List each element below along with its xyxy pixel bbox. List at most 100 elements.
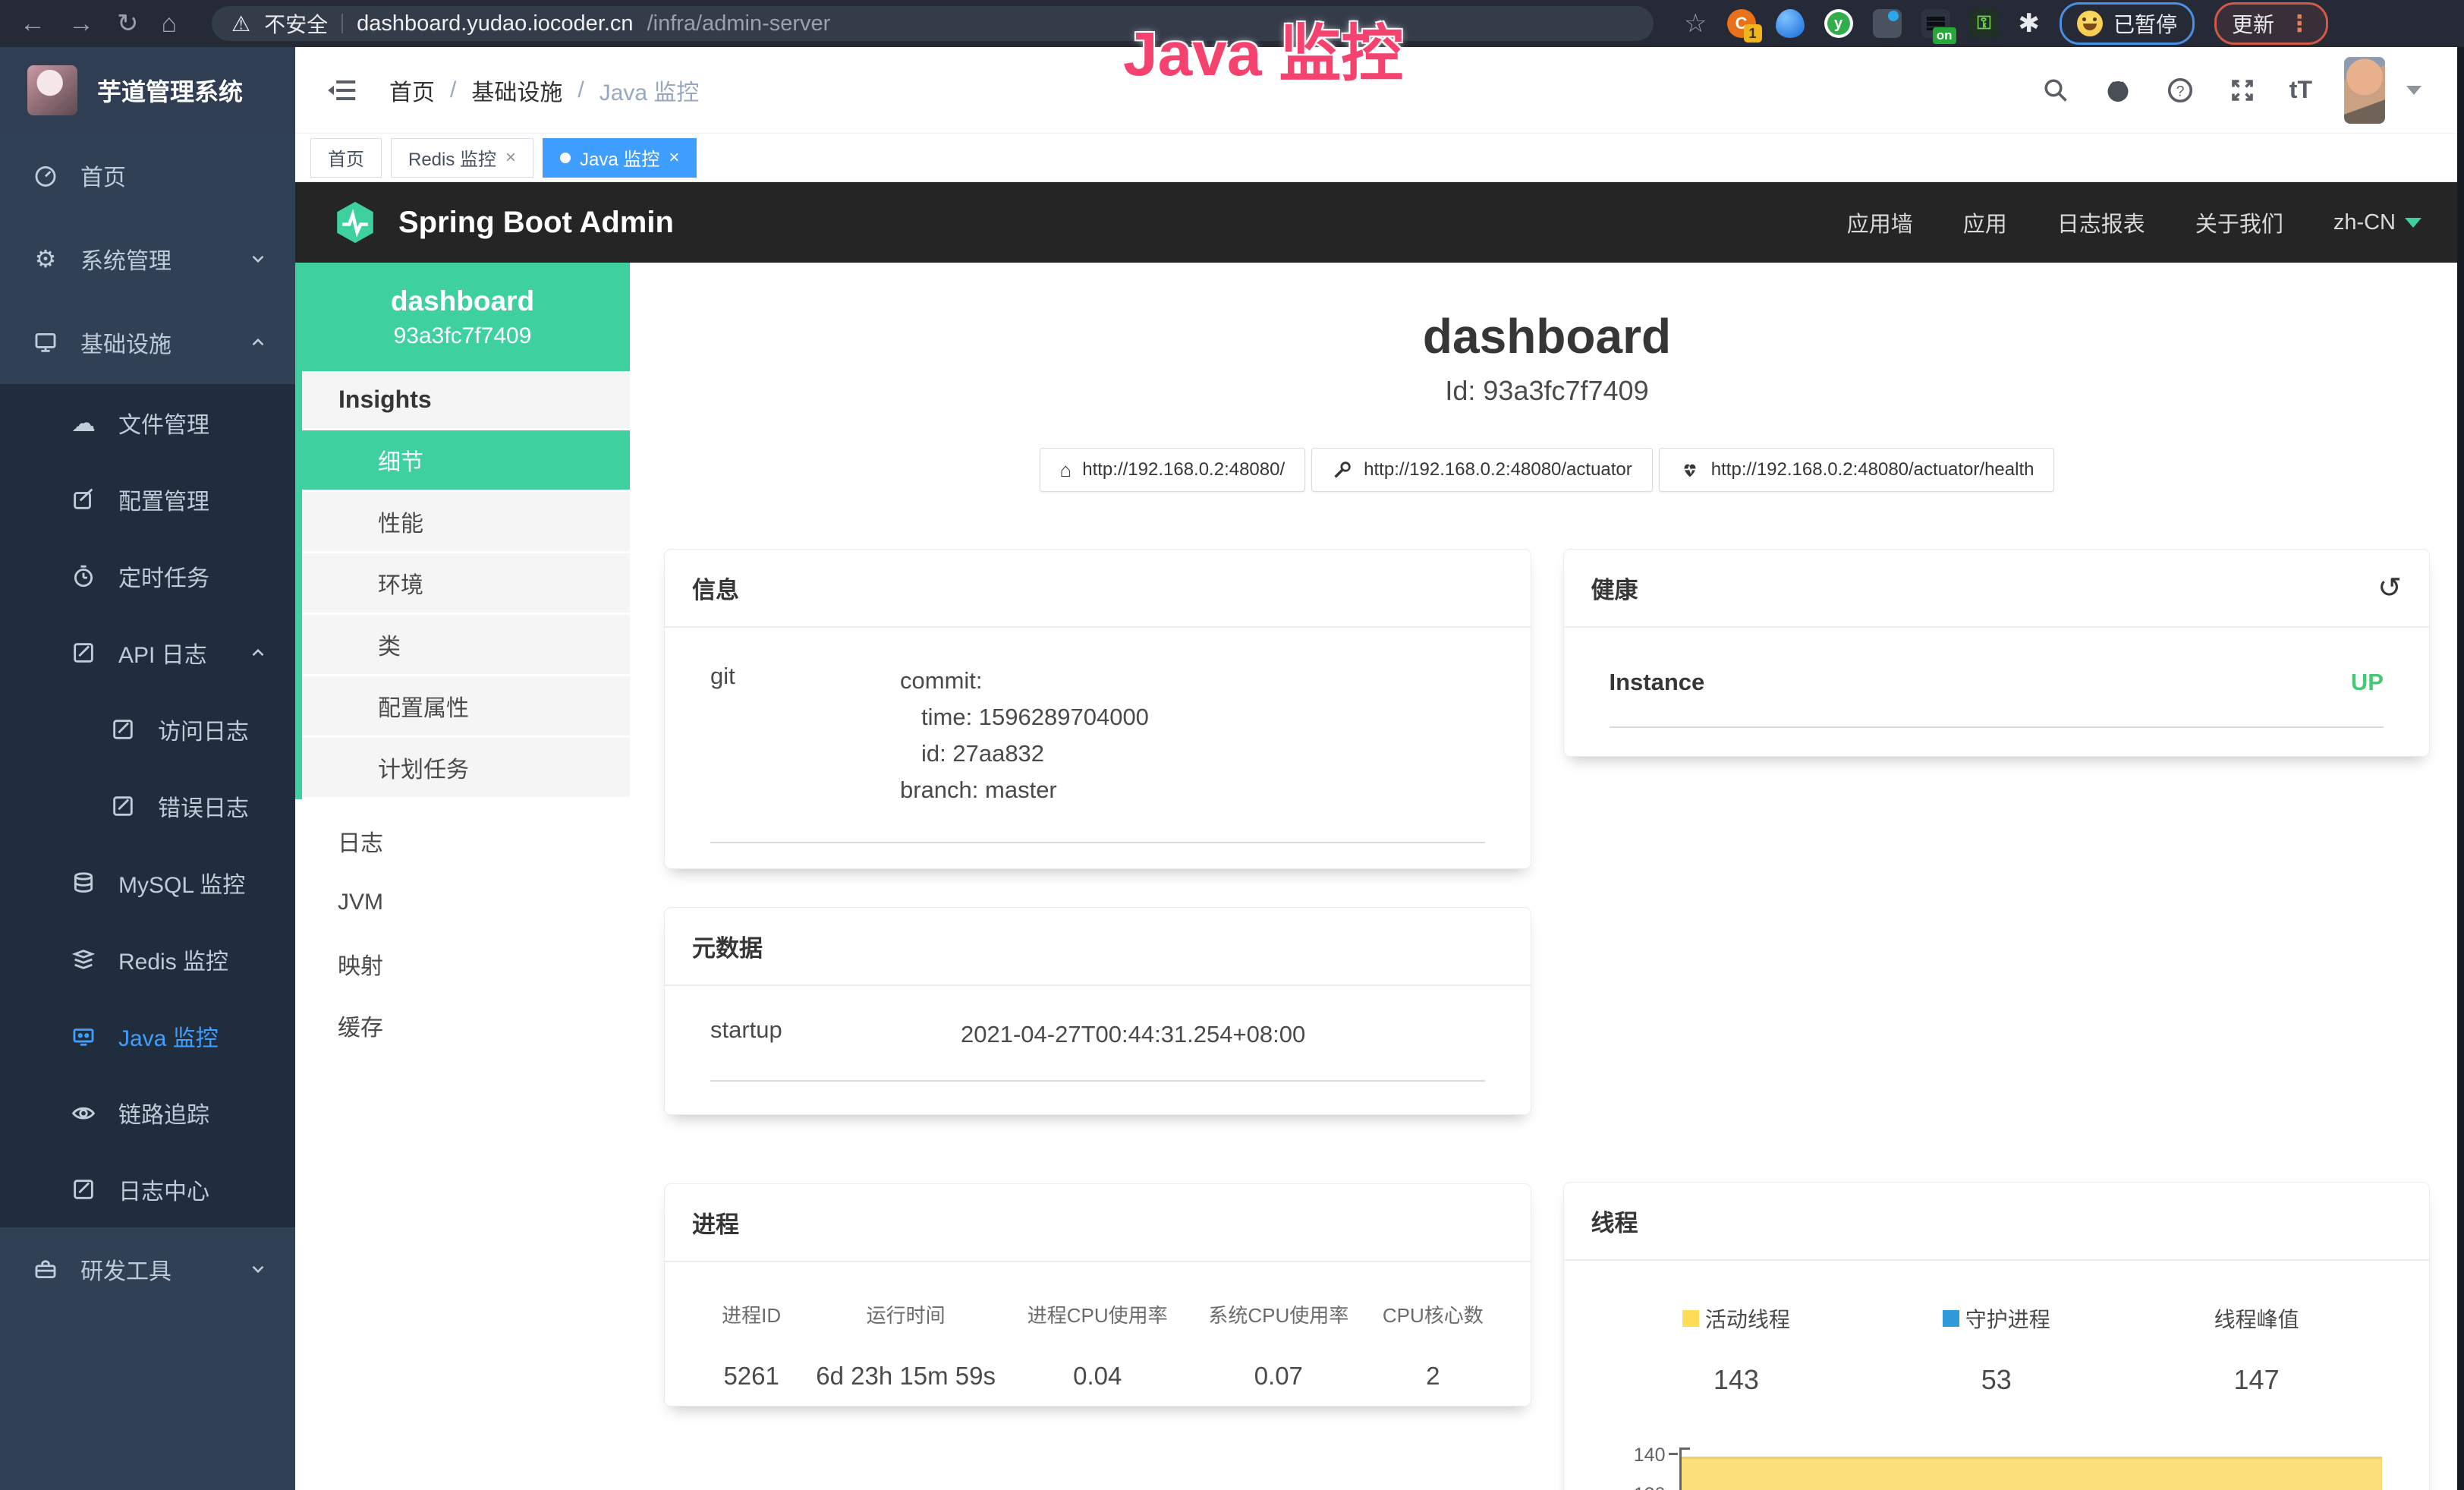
app-logo-row[interactable]: 芋道管理系统 bbox=[0, 47, 295, 134]
sba-item-caches[interactable]: 缓存 bbox=[295, 994, 630, 1056]
extension-drop-icon[interactable] bbox=[1776, 9, 1805, 38]
font-size-icon[interactable]: tT bbox=[2289, 76, 2312, 104]
sba-nav-journal[interactable]: 日志报表 bbox=[2057, 206, 2145, 238]
sba-item-jvm[interactable]: JVM bbox=[295, 871, 630, 933]
legend-live-threads: 活动线程 bbox=[1606, 1303, 1867, 1334]
process-pid: 5261 bbox=[698, 1362, 804, 1391]
close-icon[interactable]: × bbox=[669, 147, 679, 169]
update-button[interactable]: 更新 ⋮ bbox=[2214, 2, 2328, 45]
tab-home[interactable]: 首页 bbox=[310, 138, 382, 178]
insights-item-details[interactable]: 细节 bbox=[302, 430, 630, 492]
sidebar-item-redis[interactable]: Redis 监控 bbox=[0, 921, 295, 997]
sba-nav-about[interactable]: 关于我们 bbox=[2195, 206, 2283, 238]
sidebar-item-tracing[interactable]: 链路追踪 bbox=[0, 1074, 295, 1151]
insights-item-metrics[interactable]: 性能 bbox=[302, 492, 630, 553]
actuator-url-button[interactable]: http://192.168.0.2:48080/actuator bbox=[1311, 448, 1653, 492]
insights-item-config-props[interactable]: 配置属性 bbox=[302, 676, 630, 738]
locale-selector[interactable]: zh-CN bbox=[2333, 210, 2422, 235]
gear-icon: ⚙ bbox=[30, 244, 61, 274]
extension-list-icon[interactable]: on bbox=[1921, 9, 1950, 38]
sba-item-logs[interactable]: 日志 bbox=[295, 810, 630, 871]
paused-badge[interactable]: 已暂停 bbox=[2060, 2, 2195, 45]
sba-item-mappings[interactable]: 映射 bbox=[295, 933, 630, 994]
fullscreen-icon[interactable] bbox=[2227, 75, 2258, 106]
kebab-menu-icon[interactable]: ⋮ bbox=[2288, 11, 2311, 37]
sidebar-item-files[interactable]: ☁ 文件管理 bbox=[0, 384, 295, 461]
sidebar-item-jobs[interactable]: 定时任务 bbox=[0, 537, 295, 614]
home-icon: ⌂ bbox=[1060, 458, 1072, 482]
sidebar-item-system[interactable]: ⚙ 系统管理 bbox=[0, 217, 295, 301]
extension-grid-icon[interactable] bbox=[1873, 9, 1902, 38]
sidebar-item-api-logs[interactable]: API 日志 bbox=[0, 614, 295, 691]
cards-column-right: 健康 ↺ Instance UP bbox=[1564, 550, 2430, 1490]
history-icon[interactable]: ↺ bbox=[2377, 574, 2402, 603]
search-icon[interactable] bbox=[2041, 75, 2071, 106]
instance-header[interactable]: dashboard 93a3fc7f7409 bbox=[295, 263, 630, 371]
legend-swatch-blue bbox=[1943, 1310, 1959, 1327]
breadcrumb-infra[interactable]: 基础设施 bbox=[471, 74, 562, 107]
process-card: 进程 进程ID 运行时间 进程CPU使用率 系统CPU使用率 CPU核心数 52… bbox=[665, 1184, 1531, 1406]
live-threads-area-series bbox=[1682, 1457, 2383, 1490]
service-url-button[interactable]: ⌂ http://192.168.0.2:48080/ bbox=[1040, 448, 1306, 492]
card-title: 信息 bbox=[692, 571, 739, 605]
avatar-caret-icon[interactable] bbox=[2406, 86, 2422, 95]
close-icon[interactable]: × bbox=[505, 147, 516, 169]
sidebar-item-access-logs[interactable]: 访问日志 bbox=[0, 691, 295, 767]
extension-y-icon[interactable]: y bbox=[1824, 9, 1853, 38]
health-instance-label: Instance bbox=[1610, 669, 1705, 696]
breadcrumb-home[interactable]: 首页 bbox=[389, 74, 435, 107]
sidebar-item-java[interactable]: Java 监控 bbox=[0, 997, 295, 1074]
health-url-button[interactable]: http://192.168.0.2:48080/actuator/health bbox=[1659, 448, 2055, 492]
url-divider bbox=[341, 14, 343, 33]
page-title: dashboard bbox=[665, 308, 2429, 364]
tab-java-monitor[interactable]: Java 监控 × bbox=[543, 138, 697, 178]
help-icon[interactable]: ? bbox=[2165, 75, 2195, 106]
tab-redis-monitor[interactable]: Redis 监控 × bbox=[391, 138, 533, 178]
extension-colorzilla-icon[interactable]: C1 bbox=[1727, 9, 1756, 38]
browser-reload-icon[interactable]: ↻ bbox=[117, 0, 139, 47]
not-secure-warning-icon: ⚠ bbox=[231, 11, 250, 36]
sba-nav-wallboard[interactable]: 应用墙 bbox=[1847, 206, 1913, 238]
sidebar-item-config[interactable]: 配置管理 bbox=[0, 461, 295, 537]
process-uptime: 6d 23h 15m 59s bbox=[804, 1362, 1007, 1391]
legend-peak-threads: 线程峰值 bbox=[2126, 1303, 2387, 1334]
main-area: 首页 / 基础设施 / Java 监控 ? tT 首页 Redis 监控 bbox=[295, 47, 2464, 1490]
sidebar-item-dev-tools[interactable]: 研发工具 bbox=[0, 1227, 295, 1311]
sidebar-fold-icon[interactable] bbox=[326, 74, 359, 107]
sba-content: dashboard Id: 93a3fc7f7409 ⌂ http://192.… bbox=[630, 263, 2464, 1490]
extension-key-icon[interactable]: ⚿ bbox=[1970, 9, 1999, 38]
sba-brand-title[interactable]: Spring Boot Admin bbox=[398, 206, 674, 240]
sidebar-item-infra[interactable]: 基础设施 bbox=[0, 301, 295, 384]
browser-home-icon[interactable]: ⌂ bbox=[162, 0, 178, 47]
toolbox-icon bbox=[30, 1254, 61, 1284]
insights-item-classes[interactable]: 类 bbox=[302, 615, 630, 676]
sidebar-item-log-center[interactable]: 日志中心 bbox=[0, 1151, 295, 1227]
live-threads-value: 143 bbox=[1606, 1364, 1867, 1396]
sidebar-item-home[interactable]: 首页 bbox=[0, 134, 295, 217]
screen: ← → ↻ ⌂ ⚠ 不安全 dashboard.yudao.iocoder.cn… bbox=[0, 0, 2464, 1490]
user-avatar[interactable] bbox=[2344, 57, 2385, 124]
chevron-up-icon bbox=[248, 332, 268, 352]
insights-item-environment[interactable]: 环境 bbox=[302, 553, 630, 615]
bookmark-star-icon[interactable]: ☆ bbox=[1684, 0, 1707, 47]
sba-nav-links: 应用墙 应用 日志报表 关于我们 zh-CN bbox=[1847, 206, 2422, 238]
breadcrumb-separator: / bbox=[450, 77, 456, 103]
app-logo bbox=[27, 65, 77, 115]
address-bar[interactable]: ⚠ 不安全 dashboard.yudao.iocoder.cn/infra/a… bbox=[212, 6, 1654, 41]
browser-back-icon[interactable]: ← bbox=[20, 0, 46, 47]
svg-text:?: ? bbox=[2176, 83, 2184, 99]
sidebar-item-mysql[interactable]: MySQL 监控 bbox=[0, 844, 295, 921]
column-header: 系统CPU使用率 bbox=[1188, 1300, 1370, 1328]
insights-item-scheduled-tasks[interactable]: 计划任务 bbox=[302, 738, 630, 799]
page-scrollbar[interactable] bbox=[2457, 47, 2464, 1490]
browser-forward-icon[interactable]: → bbox=[68, 0, 94, 47]
sidebar-item-error-logs[interactable]: 错误日志 bbox=[0, 767, 295, 844]
extensions-puzzle-icon[interactable]: ✱ bbox=[2019, 0, 2041, 47]
sba-nav-applications[interactable]: 应用 bbox=[1963, 206, 2007, 238]
column-header: 运行时间 bbox=[804, 1300, 1007, 1328]
spring-boot-admin-logo-icon bbox=[332, 199, 379, 246]
github-icon[interactable] bbox=[2103, 75, 2133, 106]
column-header: 进程ID bbox=[698, 1300, 804, 1328]
stack-icon bbox=[68, 944, 99, 975]
threads-plot-area bbox=[1682, 1438, 2383, 1490]
